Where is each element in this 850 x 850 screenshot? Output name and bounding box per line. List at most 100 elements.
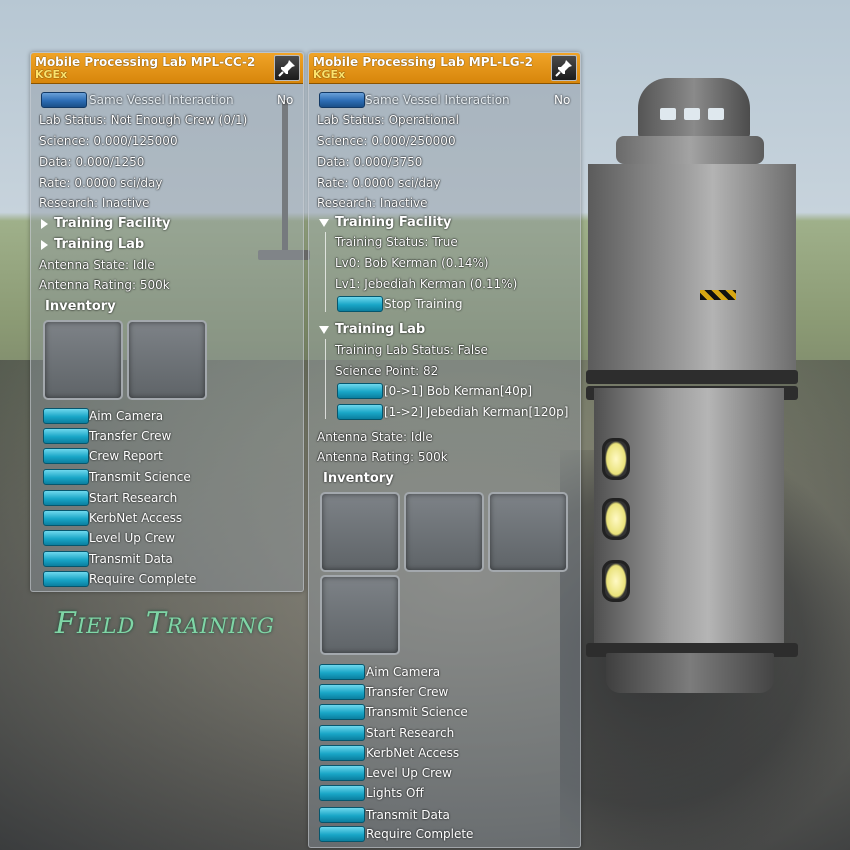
action-label: Transmit Science [366,705,468,719]
action-label: Require Complete [366,827,474,841]
research-status: Research: Inactive [39,196,150,210]
part-window [684,108,700,120]
training-lab-section[interactable]: Training Lab [41,237,144,252]
transfer-crew-button[interactable] [319,684,365,700]
part-window [660,108,676,120]
start-research-button[interactable] [43,490,89,506]
science-point: Science Point: 82 [335,364,439,378]
section-label: Training Lab [335,322,426,337]
action-label: Start Research [366,726,455,740]
tree-line [325,339,326,419]
porthole-light [602,498,630,540]
training-facility-section[interactable]: Training Facility [41,216,171,231]
collapse-down-icon [319,218,329,227]
action-label: Lights Off [366,786,424,800]
expand-right-icon [41,218,48,229]
pin-button[interactable] [551,55,577,81]
transmit-science-button[interactable] [43,469,89,485]
part-upper-hull [588,164,796,374]
tree-line [325,232,326,312]
expand-right-icon [41,239,48,250]
antenna-rating: Antenna Rating: 500k [39,278,170,292]
overlay-title: Field Training [55,606,275,641]
action-label: Level Up Crew [89,531,175,545]
upgrade-bob-button[interactable] [337,383,383,399]
hazard-stripe [700,290,736,300]
window-content: Same Vessel Interaction No Lab Status: O… [309,84,580,847]
action-label: Transmit Data [366,808,450,822]
action-label: Transmit Data [89,552,173,566]
require-complete-button[interactable] [43,571,89,587]
part-collar [616,136,764,164]
action-label: Level Up Crew [366,766,452,780]
action-label: [1->2] Jebediah Kerman[120p] [384,405,569,419]
pin-button[interactable] [274,55,300,81]
porthole-light [602,560,630,602]
require-complete-button[interactable] [319,826,365,842]
kerbnet-access-button[interactable] [43,510,89,526]
window-title: Mobile Processing Lab MPL-CC-2 [35,55,256,69]
window-title: Mobile Processing Lab MPL-LG-2 [313,55,533,69]
action-label: Transmit Science [89,470,191,484]
data-value: Data: 0.000/3750 [317,155,423,169]
aim-camera-button[interactable] [43,408,89,424]
transmit-data-button[interactable] [319,807,365,823]
action-label: Stop Training [384,297,463,311]
level-up-crew-button[interactable] [319,765,365,781]
training-facility-section[interactable]: Training Facility [319,215,452,230]
action-label: Aim Camera [366,665,441,679]
action-label: Transfer Crew [89,429,172,443]
mobile-processing-lab-part[interactable] [586,78,808,718]
start-research-button[interactable] [319,725,365,741]
lights-off-button[interactable] [319,785,365,801]
upgrade-jebediah-button[interactable] [337,404,383,420]
crew-report-button[interactable] [43,448,89,464]
kerbnet-access-button[interactable] [319,745,365,761]
rate-value: Rate: 0.0000 sci/day [317,176,441,190]
training-lv1: Lv1: Jebediah Kerman (0.11%) [335,277,518,291]
action-label: KerbNet Access [89,511,183,525]
transmit-data-button[interactable] [43,551,89,567]
part-window [708,108,724,120]
antenna-state: Antenna State: Idle [39,258,155,272]
window-titlebar[interactable]: Mobile Processing Lab MPL-CC-2 KGEx [31,53,303,84]
collapse-down-icon [319,325,329,334]
action-label: [0->1] Bob Kerman[40p] [384,384,533,398]
same-vessel-label: Same Vessel Interaction [365,93,510,107]
inventory-heading: Inventory [323,471,394,486]
aim-camera-button[interactable] [319,664,365,680]
training-status: Training Status: True [335,235,458,249]
training-lab-section[interactable]: Training Lab [319,322,425,337]
inventory-slot[interactable] [43,320,123,400]
section-label: Training Facility [54,216,171,231]
inventory-slot[interactable] [488,492,568,572]
section-label: Training Facility [335,215,452,230]
action-label: Aim Camera [89,409,164,423]
transmit-science-button[interactable] [319,704,365,720]
same-vessel-toggle[interactable] [319,92,365,108]
action-label: Transfer Crew [366,685,449,699]
action-label: Require Complete [89,572,197,586]
window-titlebar[interactable]: Mobile Processing Lab MPL-LG-2 KGEx [309,53,580,84]
part-action-window-mpl-lg-2[interactable]: Mobile Processing Lab MPL-LG-2 KGEx Same… [308,52,581,848]
porthole-light [602,438,630,480]
pin-icon [555,60,572,77]
inventory-slot[interactable] [320,575,400,655]
transfer-crew-button[interactable] [43,428,89,444]
level-up-crew-button[interactable] [43,530,89,546]
training-lv0: Lv0: Bob Kerman (0.14%) [335,256,489,270]
action-label: Crew Report [89,449,163,463]
same-vessel-toggle[interactable] [41,92,87,108]
stop-training-button[interactable] [337,296,383,312]
science-value: Science: 0.000/125000 [39,134,178,148]
inventory-slot[interactable] [404,492,484,572]
same-vessel-value: No [277,93,294,107]
part-action-window-mpl-cc-2[interactable]: Mobile Processing Lab MPL-CC-2 KGEx Same… [30,52,304,592]
window-subtitle: KGEx [35,68,68,81]
same-vessel-value: No [554,93,571,107]
inventory-slot[interactable] [320,492,400,572]
inventory-slot[interactable] [127,320,207,400]
training-lab-status: Training Lab Status: False [335,343,488,357]
section-label: Training Lab [54,237,145,252]
part-bottom [606,653,774,693]
